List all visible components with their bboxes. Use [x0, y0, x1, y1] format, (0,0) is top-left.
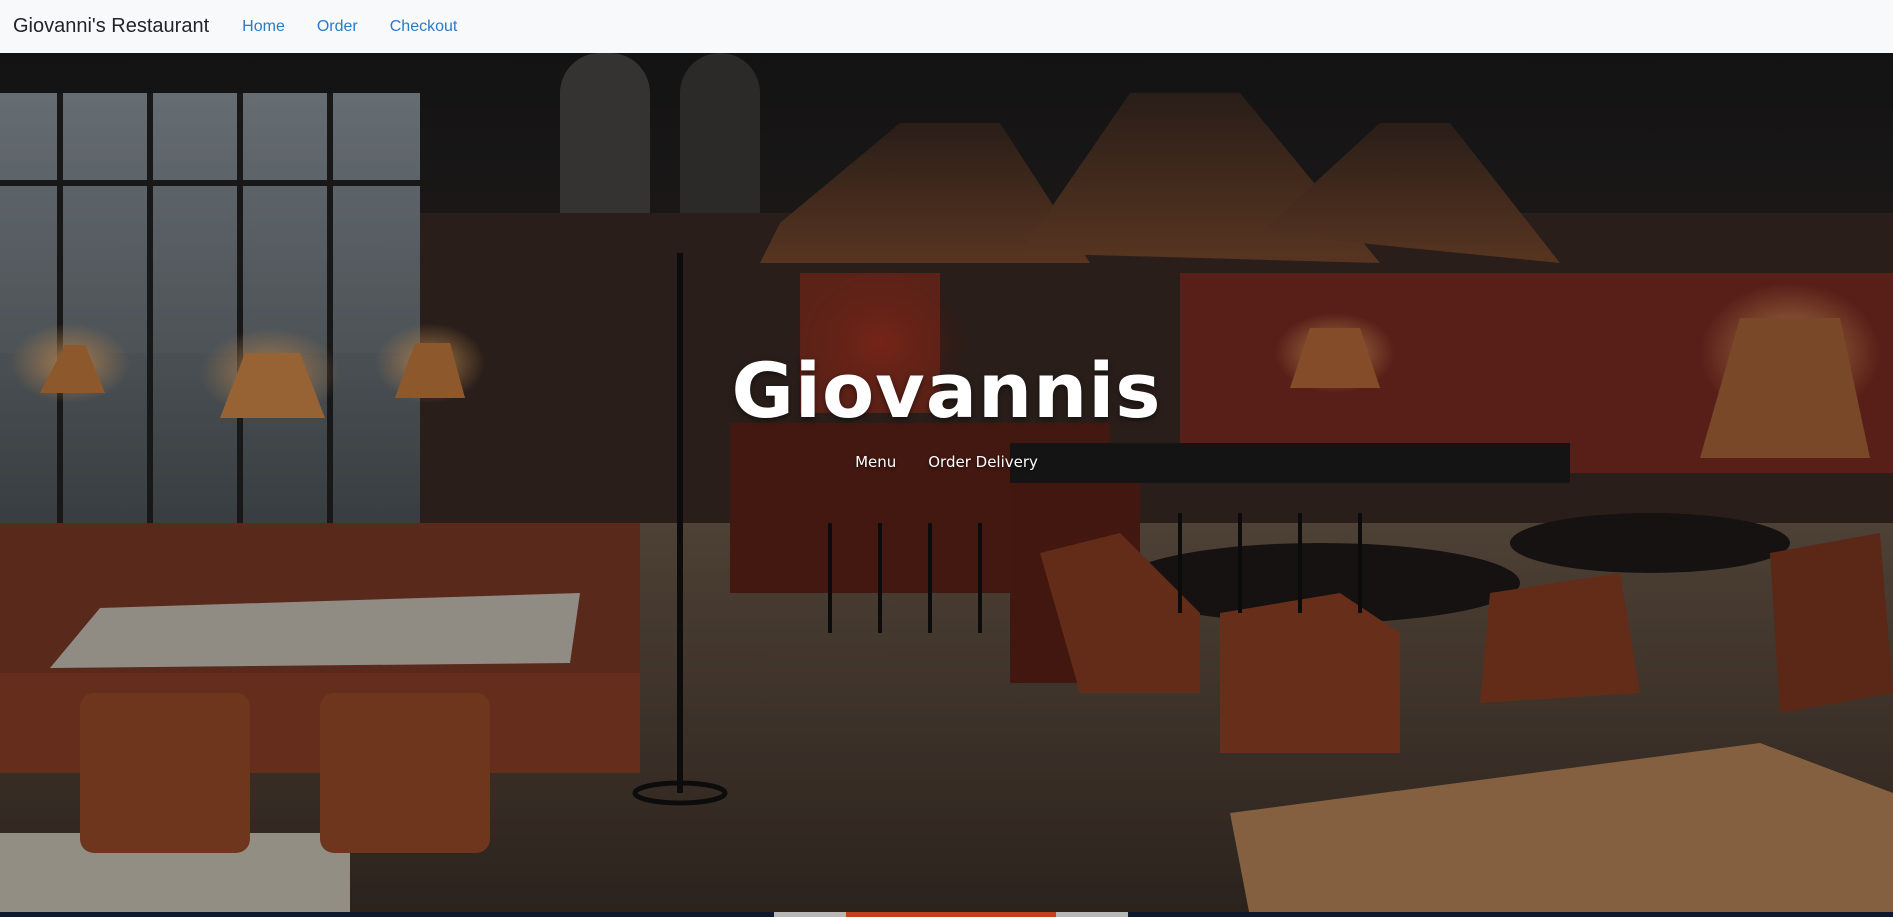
nav-link-order[interactable]: Order: [317, 18, 358, 36]
nav-link-checkout[interactable]: Checkout: [390, 18, 458, 36]
brand-link[interactable]: Giovanni's Restaurant: [13, 15, 209, 38]
hero-section: Giovannis Menu Order Delivery: [0, 53, 1893, 917]
hero-links: Menu Order Delivery: [0, 453, 1893, 471]
nav-links: Home Order Checkout: [242, 18, 489, 36]
hero-content: Giovannis Menu Order Delivery: [0, 346, 1893, 472]
menu-link[interactable]: Menu: [855, 453, 896, 471]
navbar: Giovanni's Restaurant Home Order Checkou…: [0, 0, 1893, 53]
nav-link-home[interactable]: Home: [242, 18, 285, 36]
hero-title: Giovannis: [731, 346, 1162, 435]
order-delivery-link[interactable]: Order Delivery: [928, 453, 1038, 471]
bottom-strip: [0, 912, 1893, 917]
hero-overlay: [0, 53, 1893, 917]
